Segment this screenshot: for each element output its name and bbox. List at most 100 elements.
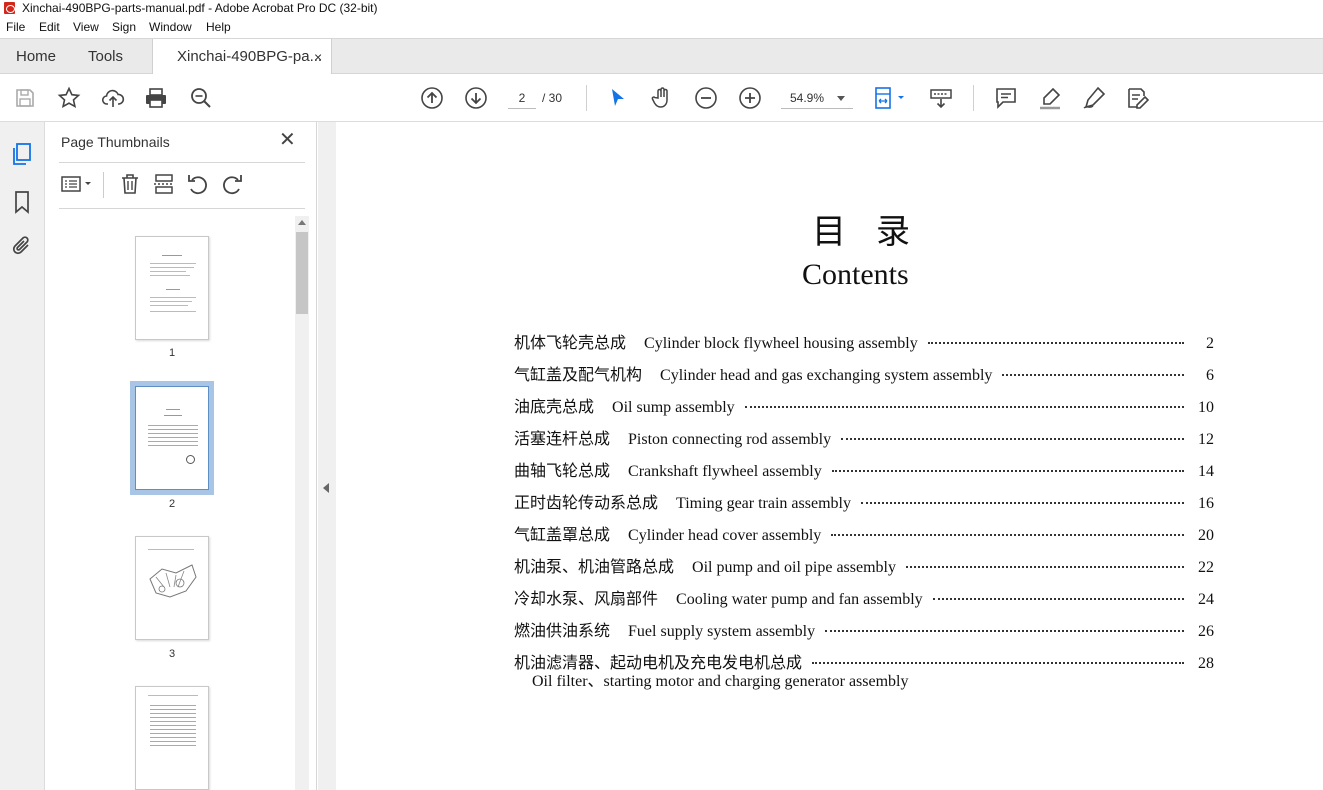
thumbnail-label: 1 (168, 347, 176, 359)
menu-sign[interactable]: Sign (112, 20, 136, 34)
acrobat-app-icon (4, 2, 15, 14)
toc-entry-chinese: 冷却水泵、风扇部件 (514, 589, 659, 608)
rotate-clockwise-icon[interactable] (220, 172, 244, 196)
toc-entry[interactable]: 油底壳总成 Oil sump assembly 10 (514, 393, 1214, 416)
toc-entry[interactable]: 气缸盖及配气机构 Cylinder head and gas exchangin… (514, 361, 1214, 384)
panel-divider (59, 162, 305, 163)
menu-help[interactable]: Help (206, 20, 231, 34)
chevron-down-icon (837, 96, 845, 101)
toc-entry-chinese: 活塞连杆总成 (514, 429, 611, 448)
extract-pages-icon[interactable] (152, 172, 176, 196)
page-thumbnail-2[interactable] (130, 381, 214, 495)
toc-entry[interactable]: 气缸盖罩总成 Cylinder head cover assembly 20 (514, 521, 1214, 544)
toc-leader-dots (932, 598, 1184, 600)
delete-page-icon[interactable] (118, 172, 142, 196)
panel-splitter[interactable] (318, 122, 336, 790)
zoom-out-icon[interactable] (694, 86, 718, 110)
cloud-upload-icon[interactable] (101, 86, 125, 110)
zoom-level-value: 54.9% (790, 91, 825, 105)
tab-bar: Home Tools Xinchai-490BPG-pa... × (0, 38, 1323, 76)
menu-edit[interactable]: Edit (39, 20, 60, 34)
rotate-counterclockwise-icon[interactable] (186, 172, 210, 196)
toc-page-number: 24 (1198, 591, 1214, 608)
toc-entry-chinese: 气缸盖及配气机构 (514, 365, 643, 384)
document-view: 目录 Contents 机体飞轮壳总成 Cylinder block flywh… (336, 122, 1323, 790)
toc-entry[interactable]: 冷却水泵、风扇部件 Cooling water pump and fan ass… (514, 585, 1214, 608)
toc-page-number: 26 (1198, 623, 1214, 640)
close-panel-icon[interactable]: ✕ (279, 130, 296, 150)
toc-entry[interactable]: 机油泵、机油管路总成 Oil pump and oil pipe assembl… (514, 553, 1214, 576)
toc-entry-english: Piston connecting rod assembly (628, 431, 832, 448)
toc-page-number: 20 (1198, 527, 1214, 544)
toolbar-divider (973, 85, 974, 111)
highlighter-icon[interactable] (1038, 86, 1062, 110)
scrollbar-thumb[interactable] (296, 232, 308, 314)
tab-tools[interactable]: Tools (88, 39, 123, 75)
thumbnails-scrollbar[interactable] (295, 216, 309, 790)
toc-leader-dots (831, 470, 1184, 472)
toc-leader-dots (825, 630, 1184, 632)
menu-window[interactable]: Window (149, 20, 192, 34)
toc-entry-chinese: 正时齿轮传动系总成 (514, 493, 659, 512)
scroll-mode-icon[interactable] (929, 86, 953, 110)
print-icon[interactable] (144, 86, 168, 110)
page-number-input[interactable] (508, 87, 536, 109)
comment-icon[interactable] (994, 86, 1018, 110)
toc-entry-chinese: 曲轴飞轮总成 (514, 461, 611, 480)
bookmark-icon[interactable] (10, 190, 34, 214)
toc-entry[interactable]: 曲轴飞轮总成 Crankshaft flywheel assembly 14 (514, 457, 1214, 480)
contents-title-english: Contents (802, 258, 909, 291)
draw-pen-icon[interactable] (1082, 86, 1106, 110)
hand-tool-icon[interactable] (650, 86, 674, 110)
toc-page-number: 14 (1198, 463, 1214, 480)
toc-page-number: 10 (1198, 399, 1214, 416)
menu-file[interactable]: File (6, 20, 25, 34)
zoom-in-icon[interactable] (738, 86, 762, 110)
previous-page-icon[interactable] (420, 86, 444, 110)
page-fit-icon[interactable] (874, 86, 908, 110)
select-cursor-icon[interactable] (606, 86, 630, 110)
menu-bar: File Edit View Sign Window Help (0, 17, 1323, 38)
toc-leader-dots (906, 566, 1184, 568)
main-toolbar: / 30 54.9% (0, 74, 1323, 122)
thumbnail-label: 3 (168, 648, 176, 660)
window-title: Xinchai-490BPG-parts-manual.pdf - Adobe … (22, 1, 378, 15)
save-icon[interactable] (13, 86, 37, 110)
collapse-panel-arrow-icon[interactable] (323, 483, 329, 493)
toc-entry[interactable]: 燃油供油系统 Fuel supply system assembly 26 (514, 617, 1214, 640)
edit-pdf-icon[interactable] (1126, 86, 1150, 110)
toc-entry-english: Fuel supply system assembly (628, 623, 816, 640)
next-page-icon[interactable] (464, 86, 488, 110)
menu-view[interactable]: View (73, 20, 99, 34)
toc-page-number: 6 (1206, 367, 1214, 384)
toc-entry-english: Cooling water pump and fan assembly (676, 591, 923, 608)
page-thumbnail-4[interactable] (135, 686, 209, 790)
tab-document[interactable]: Xinchai-490BPG-pa... × (152, 39, 332, 76)
thumbnail-label: 2 (168, 498, 176, 510)
toc-entry[interactable]: 活塞连杆总成 Piston connecting rod assembly 12 (514, 425, 1214, 448)
toc-entry[interactable]: 正时齿轮传动系总成 Timing gear train assembly 16 (514, 489, 1214, 512)
toc-leader-dots (831, 534, 1184, 536)
toc-entry-english: Cylinder head and gas exchanging system … (660, 367, 993, 384)
attachment-paperclip-icon[interactable] (10, 234, 34, 258)
toc-leader-dots (1002, 374, 1184, 376)
toc-page-number: 28 (1198, 655, 1214, 672)
tab-close-button[interactable]: × (314, 39, 322, 75)
search-zoom-icon[interactable] (189, 86, 213, 110)
thumbnail-options-icon[interactable] (60, 172, 96, 196)
page-total: / 30 (542, 91, 563, 105)
toc-page-number: 22 (1198, 559, 1214, 576)
page-thumbnails-icon[interactable] (10, 142, 34, 166)
page-thumbnail-1[interactable] (135, 236, 209, 340)
panel-title: Page Thumbnails (61, 134, 170, 150)
page-thumbnail-3[interactable] (135, 536, 209, 640)
toc-entry-english: Cylinder head cover assembly (628, 527, 822, 544)
page-thumbnails-panel: Page Thumbnails ✕ 1 2 3 (45, 122, 317, 790)
toc-entry[interactable]: 机体飞轮壳总成 Cylinder block flywheel housing … (514, 329, 1214, 352)
tab-home[interactable]: Home (16, 39, 56, 75)
star-bookmark-icon[interactable] (57, 86, 81, 110)
scroll-up-arrow-icon[interactable] (298, 220, 306, 225)
zoom-level-dropdown[interactable]: 54.9% (781, 87, 853, 109)
toolbar-divider (586, 85, 587, 111)
toc-entry-english: Cylinder block flywheel housing assembly (644, 335, 918, 352)
